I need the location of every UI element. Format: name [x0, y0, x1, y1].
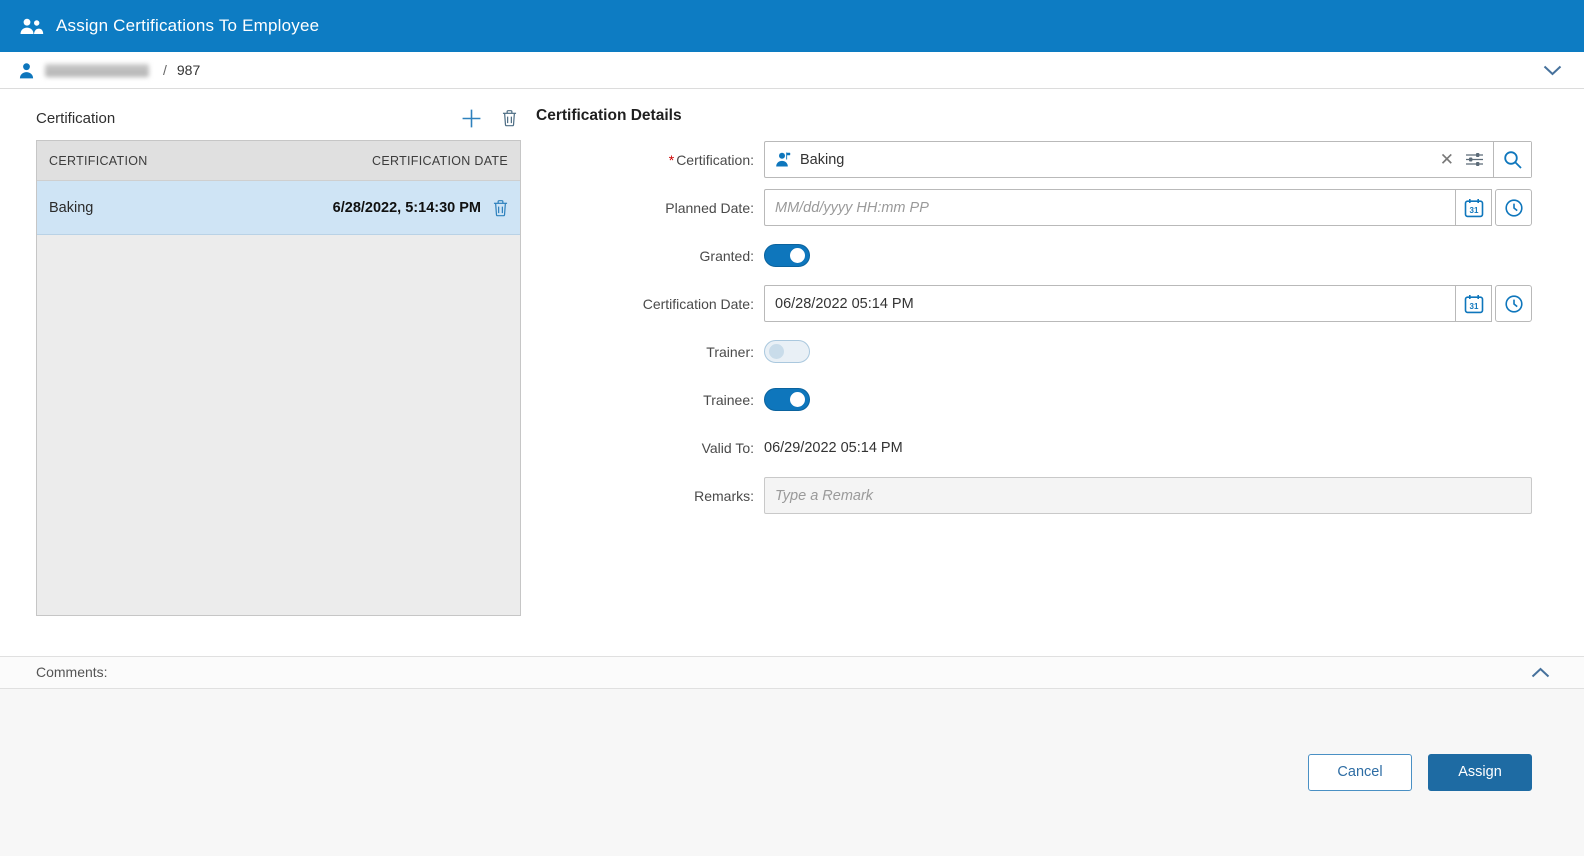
certification-date-clock-icon[interactable] [1495, 285, 1532, 322]
planned-date-label: Planned Date: [665, 199, 754, 216]
field-granted: Granted: [536, 237, 1532, 274]
remarks-label: Remarks: [694, 487, 754, 504]
valid-to-value: 06/29/2022 05:14 PM [764, 439, 903, 456]
toggle-knob [790, 248, 805, 263]
breadcrumb-separator: / [163, 62, 167, 78]
filter-sliders-icon[interactable] [1463, 152, 1493, 167]
assign-button[interactable]: Assign [1428, 753, 1532, 791]
certification-value: Baking [800, 151, 845, 168]
footer-actions: Cancel Assign [0, 688, 1584, 856]
certification-person-icon [775, 151, 791, 168]
remarks-input[interactable] [764, 477, 1532, 514]
field-certification-date: Certification Date: 31 [536, 285, 1532, 322]
employee-bar: / 987 [0, 52, 1584, 89]
comments-bar: Comments: [0, 655, 1584, 689]
field-planned-date: Planned Date: 31 [536, 189, 1532, 226]
field-trainee: Trainee: [536, 381, 1532, 418]
toggle-knob [790, 392, 805, 407]
required-asterisk: * [668, 151, 675, 168]
main-content: Certification CERTIFICATION CERTIFICATIO… [0, 89, 1584, 656]
chevron-up-icon[interactable] [1527, 663, 1554, 682]
svg-text:31: 31 [1469, 206, 1478, 215]
cancel-button[interactable]: Cancel [1308, 753, 1412, 791]
col-certification: CERTIFICATION [49, 153, 148, 168]
trainer-toggle[interactable] [764, 340, 810, 363]
field-certification: * Certification: Baking ✕ [536, 141, 1532, 178]
certification-date-input[interactable] [764, 285, 1456, 322]
field-valid-to: Valid To: 06/29/2022 05:14 PM [536, 429, 1532, 466]
field-remarks: Remarks: [536, 477, 1532, 514]
svg-text:31: 31 [1469, 302, 1478, 311]
granted-toggle[interactable] [764, 244, 810, 267]
trainee-toggle[interactable] [764, 388, 810, 411]
table-header: CERTIFICATION CERTIFICATION DATE [37, 141, 520, 181]
planned-date-calendar-icon[interactable]: 31 [1455, 189, 1492, 226]
employee-id: 987 [176, 62, 201, 78]
row-delete-icon[interactable] [493, 199, 508, 217]
certification-list-panel: Certification CERTIFICATION CERTIFICATIO… [36, 105, 521, 616]
row-certification-date: 6/28/2022, 5:14:30 PM [332, 199, 481, 216]
certification-label: Certification: [676, 151, 754, 168]
search-button[interactable] [1493, 142, 1531, 177]
person-icon [18, 62, 35, 79]
certification-table: CERTIFICATION CERTIFICATION DATE Baking … [36, 140, 521, 616]
granted-label: Granted: [699, 247, 754, 264]
certification-list-title: Certification [36, 109, 116, 127]
page-title: Assign Certifications To Employee [56, 16, 320, 35]
people-icon [18, 18, 44, 35]
comments-label: Comments: [36, 664, 108, 680]
certification-date-calendar-icon[interactable]: 31 [1455, 285, 1492, 322]
table-empty-area [37, 235, 520, 615]
certification-date-label: Certification Date: [642, 295, 754, 312]
planned-date-clock-icon[interactable] [1495, 189, 1532, 226]
employee-name-blurred [45, 63, 149, 77]
certification-details-panel: Certification Details * Certification: B… [536, 105, 1532, 656]
certification-input[interactable]: Baking ✕ [764, 141, 1532, 178]
trainee-label: Trainee: [703, 391, 754, 408]
col-certification-date: CERTIFICATION DATE [372, 153, 508, 168]
row-certification: Baking [49, 199, 94, 216]
details-title: Certification Details [536, 107, 682, 124]
clear-icon[interactable]: ✕ [1431, 151, 1463, 168]
chevron-down-icon[interactable] [1539, 61, 1566, 80]
delete-certification-button[interactable] [498, 107, 521, 129]
valid-to-label: Valid To: [701, 439, 754, 456]
table-row[interactable]: Baking 6/28/2022, 5:14:30 PM [37, 181, 520, 235]
title-bar: Assign Certifications To Employee [0, 0, 1584, 52]
add-certification-button[interactable] [457, 106, 486, 131]
planned-date-input[interactable] [764, 189, 1456, 226]
assign-certifications-dialog: Assign Certifications To Employee / 987 … [0, 0, 1584, 856]
toggle-knob [769, 344, 784, 359]
trainer-label: Trainer: [706, 343, 754, 360]
field-trainer: Trainer: [536, 333, 1532, 370]
